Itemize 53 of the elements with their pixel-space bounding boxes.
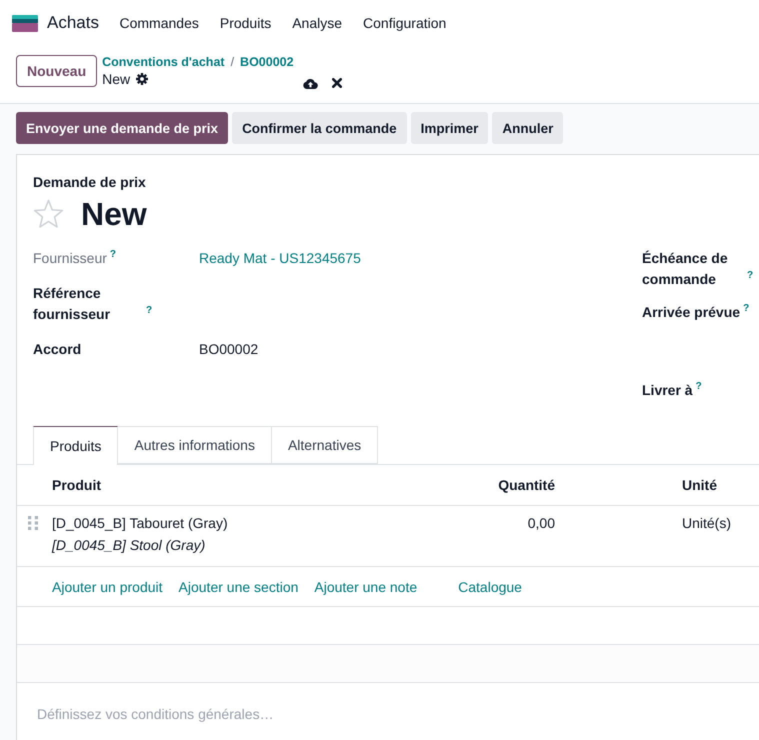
- field-value-link[interactable]: Ready Mat - US12345675: [199, 250, 361, 266]
- add-line-link[interactable]: Ajouter un produit: [52, 578, 163, 594]
- tab[interactable]: Autres informations: [118, 426, 272, 464]
- column-header[interactable]: Unité: [682, 477, 717, 493]
- field-label: Référence fournisseur: [33, 284, 112, 324]
- breadcrumb-separator: /: [230, 55, 234, 69]
- menu-item[interactable]: Analyse: [282, 15, 353, 31]
- gear-icon: [136, 73, 148, 85]
- discard-button[interactable]: [332, 78, 342, 88]
- action-button[interactable]: Annuler: [492, 112, 564, 144]
- help-mark[interactable]: ?: [146, 305, 152, 316]
- help-mark[interactable]: ?: [696, 381, 702, 392]
- table-cell-text: Unité(s): [682, 514, 732, 533]
- action-button[interactable]: Confirmer la commande: [232, 112, 407, 144]
- app-name[interactable]: Achats: [47, 13, 99, 33]
- field-label: Arrivée prévue: [642, 303, 740, 322]
- add-line-link[interactable]: Ajouter une note: [314, 578, 418, 594]
- add-line-link[interactable]: Catalogue: [458, 578, 522, 594]
- field-label: Échéance de commande: [642, 249, 729, 289]
- tab[interactable]: Alternatives: [272, 426, 378, 464]
- add-line-link[interactable]: Ajouter une section: [178, 578, 298, 594]
- help-mark[interactable]: ?: [110, 249, 116, 260]
- new-button[interactable]: Nouveau: [16, 55, 98, 87]
- save-button[interactable]: [302, 78, 318, 88]
- terms-field[interactable]: Définissez vos conditions générales…: [37, 703, 273, 725]
- primary-action-button[interactable]: Envoyer une demande de prix: [16, 112, 228, 144]
- field-label: Fournisseur: [33, 249, 107, 268]
- help-mark[interactable]: ?: [743, 303, 750, 314]
- app-logo-icon[interactable]: [12, 14, 38, 32]
- menu-item[interactable]: Produits: [209, 15, 282, 31]
- field-label: Livrer à: [642, 381, 693, 400]
- record-title: New: [81, 195, 147, 233]
- breadcrumb-link[interactable]: Conventions d'achat: [102, 55, 225, 69]
- column-header[interactable]: Quantité: [498, 477, 555, 493]
- close-icon: [332, 78, 342, 88]
- table-cell-text: 0,00: [528, 514, 555, 533]
- menu-item[interactable]: Commandes: [108, 15, 210, 31]
- star-icon[interactable]: [33, 199, 64, 229]
- cloud-upload-icon: [302, 78, 318, 88]
- actions-menu-button[interactable]: [136, 73, 148, 85]
- column-header[interactable]: Produit: [52, 477, 101, 493]
- menu-item[interactable]: Configuration: [352, 15, 457, 31]
- help-mark[interactable]: ?: [747, 270, 754, 281]
- record-name: New: [102, 70, 130, 88]
- form-subtitle: Demande de prix: [33, 173, 146, 191]
- action-button[interactable]: Imprimer: [410, 112, 488, 144]
- tab[interactable]: Produits: [33, 426, 118, 465]
- product-description: [D_0045_B] Stool (Gray): [52, 536, 206, 555]
- drag-handle-icon[interactable]: [28, 516, 38, 530]
- product-name: [D_0045_B] Tabouret (Gray): [52, 514, 228, 533]
- breadcrumb-link[interactable]: BO00002: [240, 55, 294, 69]
- field-label: Accord: [33, 340, 82, 359]
- field-value: BO00002: [199, 341, 258, 357]
